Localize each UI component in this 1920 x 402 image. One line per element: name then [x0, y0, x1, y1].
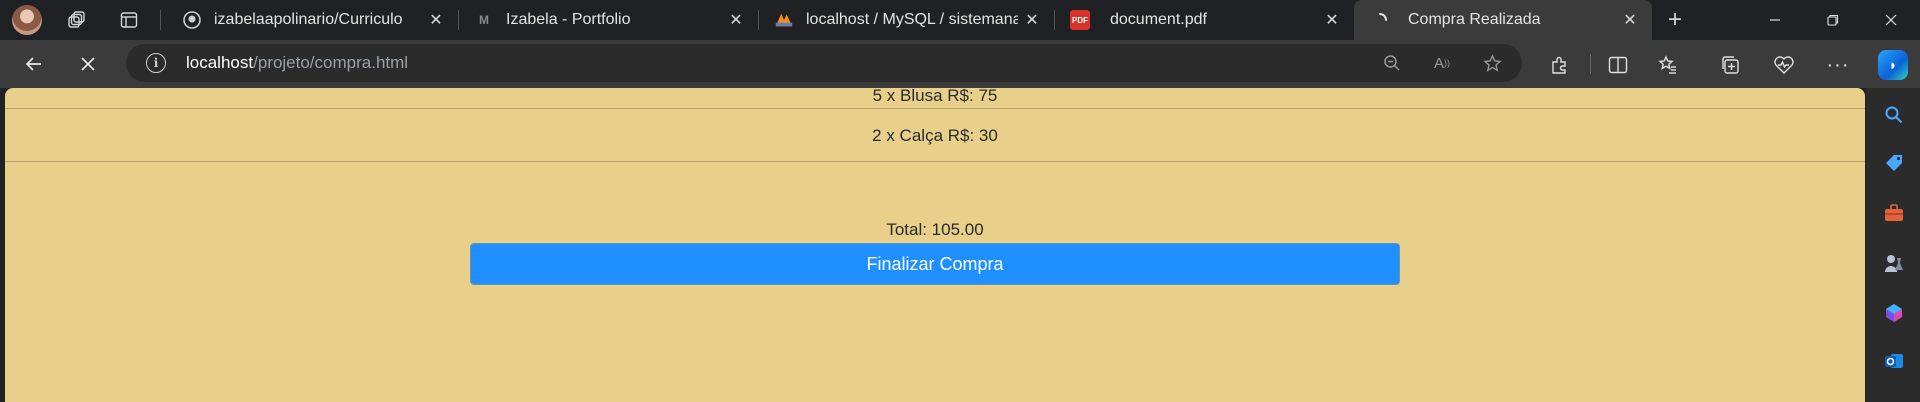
split-screen-icon[interactable] — [1604, 52, 1632, 78]
tab-compra-realizada[interactable]: Compra Realizada ✕ — [1354, 0, 1652, 40]
games-icon[interactable] — [1883, 252, 1905, 274]
close-icon[interactable]: ✕ — [722, 10, 750, 30]
close-icon[interactable]: ✕ — [1318, 10, 1346, 30]
tab-actions-icon[interactable] — [112, 4, 146, 36]
tools-briefcase-icon[interactable] — [1883, 202, 1905, 224]
tab-title: izabelaapolinario/Curriculo — [214, 11, 403, 28]
minimize-icon[interactable] — [1752, 0, 1798, 40]
finalize-purchase-button[interactable]: Finalizar Compra — [470, 243, 1400, 285]
workspaces-icon[interactable] — [60, 4, 94, 36]
tab-document-pdf[interactable]: PDF document.pdf ✕ — [1054, 0, 1354, 40]
more-options-icon[interactable]: ··· — [1824, 52, 1852, 78]
url-host: localhost — [186, 53, 254, 72]
tab-title: localhost / MySQL / sistemanacj — [806, 11, 1018, 28]
address-toolbar: i localhost/projeto/compra.html A)) ··· — [0, 40, 1920, 88]
url-path: /projeto/compra.html — [253, 53, 409, 72]
search-icon[interactable] — [1883, 104, 1905, 126]
read-aloud-icon[interactable]: A)) — [1430, 51, 1454, 75]
phpmyadmin-icon — [774, 10, 794, 30]
new-tab-icon[interactable]: + — [1658, 4, 1692, 36]
microsoft-365-icon[interactable] — [1883, 302, 1905, 324]
url-text[interactable]: localhost/projeto/compra.html — [186, 44, 408, 82]
loading-icon — [1370, 10, 1390, 30]
extensions-icon[interactable] — [1545, 52, 1573, 78]
close-icon[interactable]: ✕ — [1616, 10, 1644, 30]
edge-sidebar — [1866, 88, 1920, 402]
outlook-icon[interactable] — [1883, 350, 1905, 372]
order-total: Total: 105.00 — [886, 220, 984, 239]
pdf-icon: PDF — [1070, 10, 1090, 30]
copilot-icon[interactable]: ◗ — [1878, 50, 1908, 80]
divider — [5, 108, 1865, 109]
shopping-tag-icon[interactable] — [1883, 152, 1905, 174]
github-icon — [182, 10, 202, 30]
avatar — [12, 5, 42, 35]
portfolio-icon: M — [479, 13, 489, 27]
tab-title: Izabela - Portfolio — [506, 11, 631, 28]
window-close-icon[interactable] — [1868, 0, 1914, 40]
page-viewport: 5 x Blusa R$: 75 2 x Calça R$: 30 Total:… — [5, 88, 1865, 402]
tab-title: Compra Realizada — [1408, 11, 1541, 28]
divider — [1590, 54, 1591, 74]
restore-icon[interactable] — [1810, 0, 1856, 40]
collections-icon[interactable] — [1716, 52, 1744, 78]
favorite-star-icon[interactable] — [1480, 51, 1504, 75]
tab-title: document.pdf — [1110, 11, 1207, 28]
tab-github[interactable]: izabelaapolinario/Curriculo ✕ — [166, 0, 458, 40]
tab-strip: izabelaapolinario/Curriculo ✕ M Izabela … — [0, 0, 1920, 40]
close-icon[interactable]: ✕ — [1018, 10, 1046, 30]
tab-phpmyadmin[interactable]: localhost / MySQL / sistemanacj ✕ — [758, 0, 1054, 40]
profile-button[interactable] — [10, 4, 44, 36]
list-item: 2 x Calça R$: 30 — [872, 126, 998, 145]
divider — [5, 161, 1865, 162]
site-info-icon[interactable]: i — [146, 53, 166, 73]
zoom-out-icon[interactable] — [1380, 51, 1404, 75]
browser-essentials-icon[interactable] — [1770, 52, 1798, 78]
list-item: 5 x Blusa R$: 75 — [872, 88, 998, 105]
tab-portfolio[interactable]: M Izabela - Portfolio ✕ — [458, 0, 758, 40]
back-button[interactable] — [16, 48, 52, 80]
divider — [160, 10, 161, 30]
close-icon[interactable]: ✕ — [422, 10, 450, 30]
stop-loading-button[interactable] — [70, 48, 106, 80]
favorites-icon[interactable] — [1654, 52, 1682, 78]
address-bar[interactable]: i localhost/projeto/compra.html A)) — [126, 44, 1522, 82]
